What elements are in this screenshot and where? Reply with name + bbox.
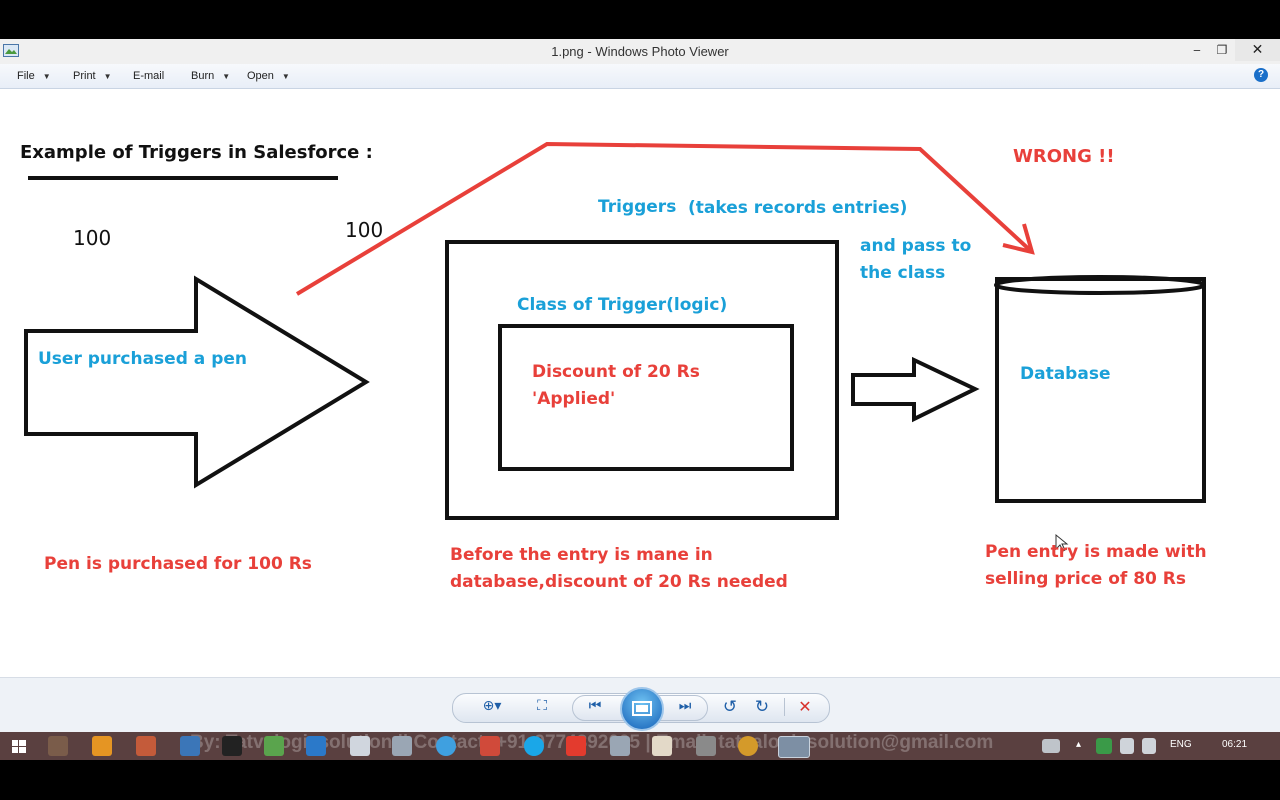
note-right-1: Pen entry is made with (985, 542, 1207, 562)
taskbar-app-icon[interactable] (610, 736, 630, 756)
battery-icon[interactable] (1142, 738, 1156, 754)
menu-print[interactable]: Print ▼ (73, 70, 112, 82)
pass-line-2: the class (860, 263, 946, 283)
purchase-arrow (24, 275, 370, 489)
triggers-label: Triggers (598, 197, 677, 217)
user-purchase-label: User purchased a pen (38, 349, 247, 369)
menu-burn[interactable]: Burn ▼ (191, 70, 230, 82)
taskbar-app-icon[interactable] (92, 736, 112, 756)
windows-start-icon[interactable] (12, 740, 26, 753)
menu-file[interactable]: File ▼ (17, 70, 51, 82)
taskbar-app-icon[interactable] (652, 736, 672, 756)
price-left: 100 (73, 226, 112, 250)
note-left: Pen is purchased for 100 Rs (44, 554, 312, 574)
menu-open-label: Open (247, 70, 274, 82)
zoom-icon[interactable]: ⊕▾ (476, 698, 508, 714)
delete-icon[interactable]: ✕ (795, 697, 815, 716)
taskbar-app-icon[interactable] (136, 736, 156, 756)
slide-heading: Example of Triggers in Salesforce : (20, 142, 373, 163)
tray-chevron-icon[interactable]: ▴ (1076, 739, 1081, 750)
menu-print-label: Print (73, 70, 96, 82)
viewer-controls: ⊕▾ ⛶ ⏮ ⏭ ↺ ↻ ✕ (0, 677, 1280, 733)
tray-app-icon[interactable] (1096, 738, 1112, 754)
taskbar-app-icon[interactable] (566, 736, 586, 756)
taskbar-app-icon[interactable] (222, 736, 242, 756)
slideshow-button[interactable] (620, 687, 664, 731)
menu-email[interactable]: E-mail (133, 70, 164, 82)
help-icon[interactable]: ? (1254, 68, 1268, 82)
image-canvas: Example of Triggers in Salesforce : 100 … (0, 89, 1280, 677)
window-title: 1.png - Windows Photo Viewer (551, 44, 729, 59)
rotate-left-icon[interactable]: ↺ (720, 697, 740, 717)
skype-icon[interactable] (524, 736, 544, 756)
clock[interactable]: 06:21 (1222, 739, 1247, 750)
taskbar-app-icon[interactable] (696, 736, 716, 756)
tray-app-icon[interactable] (1120, 738, 1134, 754)
taskbar-app-icon[interactable] (306, 736, 326, 756)
to-database-arrow (851, 356, 980, 423)
taskbar-app-icon[interactable] (350, 736, 370, 756)
taskbar-app-icon[interactable] (180, 736, 200, 756)
close-button[interactable]: ✕ (1235, 39, 1280, 61)
photo-viewer-taskbar-icon[interactable] (778, 736, 810, 758)
database-label: Database (1020, 364, 1111, 384)
note-mid-1: Before the entry is mane in (450, 545, 713, 565)
photo-viewer-window: 1.png - Windows Photo Viewer ‒ ❐ ✕ File ▼… (0, 39, 1280, 733)
slideshow-icon (632, 701, 652, 716)
title-bar: 1.png - Windows Photo Viewer ‒ ❐ ✕ (0, 39, 1280, 65)
next-icon[interactable]: ⏭ (675, 698, 695, 714)
menu-burn-label: Burn (191, 70, 215, 82)
previous-icon[interactable]: ⏮ (585, 698, 605, 714)
chevron-down-icon: ▼ (103, 72, 112, 81)
rotate-right-icon[interactable]: ↻ (752, 697, 772, 717)
taskbar: By: Tatvalogicsolution || Contact: +91-9… (0, 732, 1280, 760)
keyboard-icon[interactable] (1042, 739, 1060, 753)
database-cylinder (995, 277, 1206, 503)
wrong-label: WRONG !! (1013, 146, 1115, 167)
note-right-2: selling price of 80 Rs (985, 569, 1187, 589)
controls-divider (784, 698, 785, 716)
pass-line-1: and pass to (860, 236, 972, 256)
actual-size-icon[interactable]: ⛶ (532, 698, 552, 714)
menu-file-label: File (17, 70, 35, 82)
taskbar-app-icon[interactable] (392, 736, 412, 756)
chevron-down-icon: ▼ (222, 72, 231, 81)
chevron-down-icon: ▼ (42, 72, 51, 81)
class-label: Class of Trigger(logic) (517, 295, 728, 315)
taskbar-app-icon[interactable] (436, 736, 456, 756)
taskbar-app-icon[interactable] (738, 736, 758, 756)
chevron-down-icon: ▼ (281, 72, 290, 81)
note-mid-2: database,discount of 20 Rs needed (450, 572, 788, 592)
maximize-button[interactable]: ❐ (1207, 39, 1237, 61)
menu-open[interactable]: Open ▼ (247, 70, 290, 82)
menu-email-label: E-mail (133, 70, 165, 82)
discount-line-2: 'Applied' (532, 389, 616, 409)
language-indicator[interactable]: ENG (1170, 739, 1192, 750)
taskbar-app-icon[interactable] (48, 736, 68, 756)
takes-entries-label: (takes records entries) (688, 198, 908, 218)
discount-line-1: Discount of 20 Rs (532, 362, 700, 382)
price-line: 100 (345, 218, 384, 242)
taskbar-app-icon[interactable] (264, 736, 284, 756)
menu-bar: File ▼ Print ▼ E-mail Burn ▼ Open ▼ ? (0, 64, 1280, 89)
taskbar-app-icon[interactable] (480, 736, 500, 756)
